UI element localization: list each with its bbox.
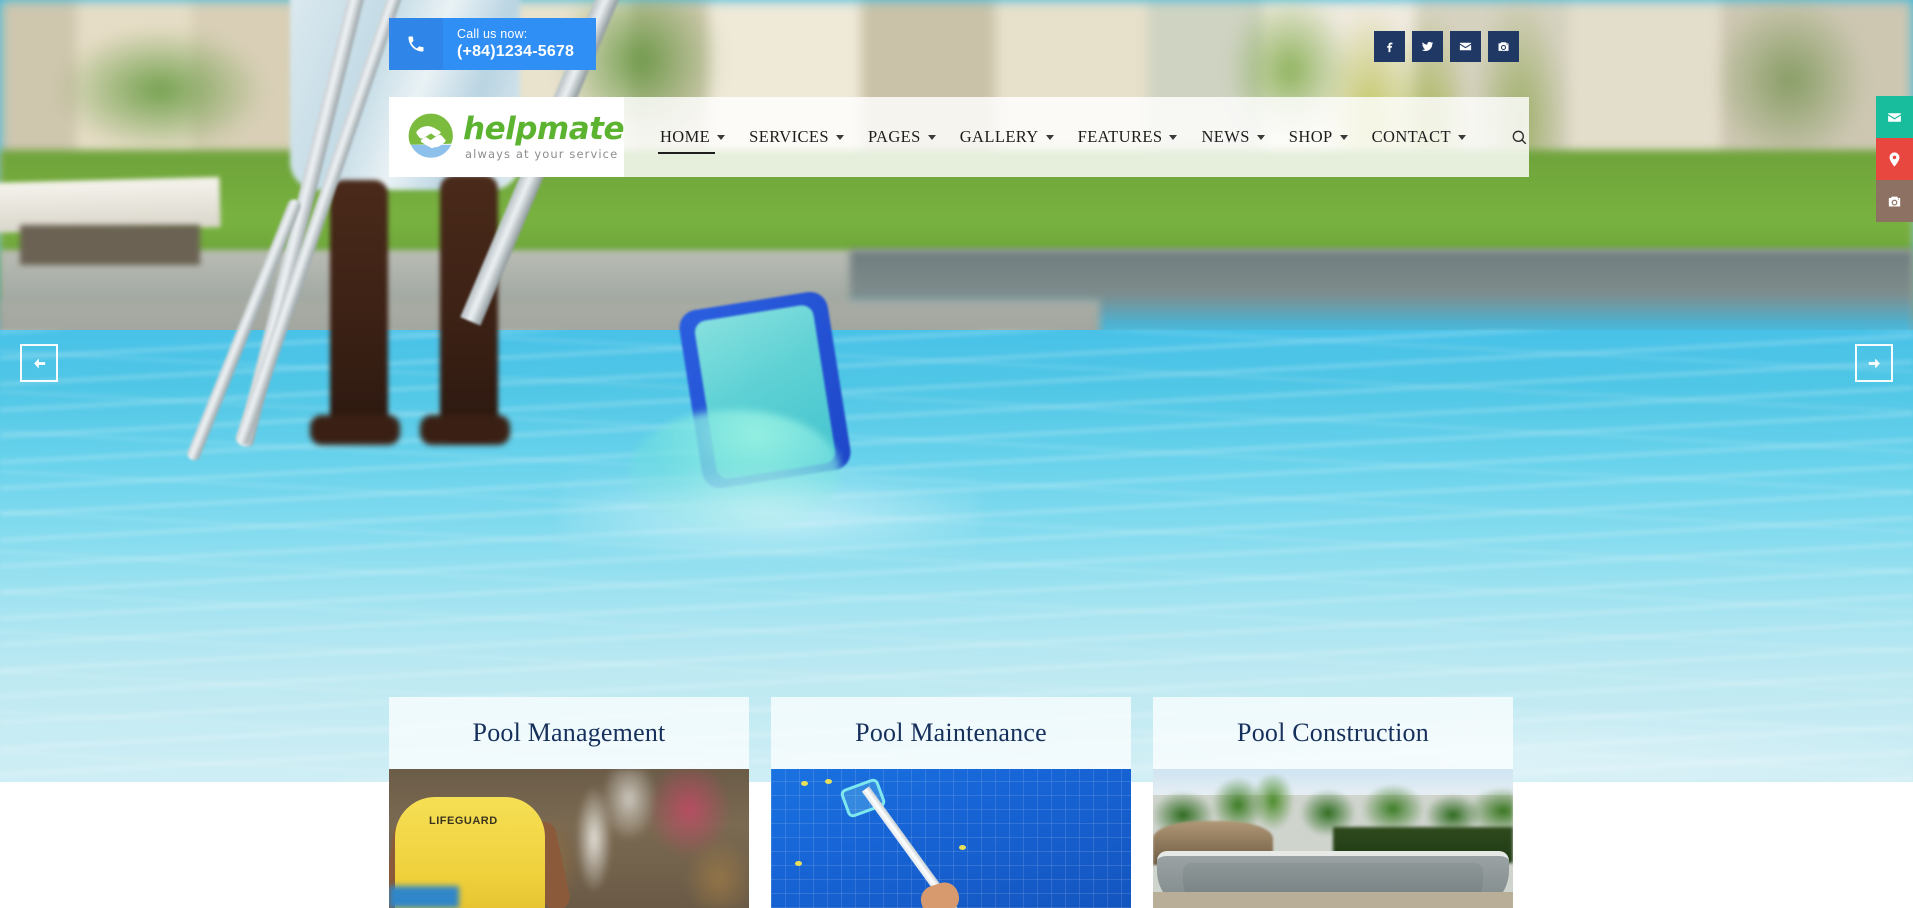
slider-prev-button[interactable]	[20, 344, 58, 382]
nav-item-label: SERVICES	[749, 127, 829, 146]
page-root: Call us now: (+84)1234-5678 helpmate alw…	[0, 0, 1913, 908]
nav-item-label: HOME	[659, 127, 711, 146]
nav-item-label: FEATURES	[1077, 127, 1163, 146]
brand-name: helpmate	[463, 110, 624, 147]
chevron-down-icon	[1458, 134, 1466, 140]
pool-leaf	[959, 845, 966, 850]
call-us-phone[interactable]: (+84)1234-5678	[457, 42, 574, 61]
chevron-down-icon	[1169, 134, 1178, 140]
site-logo[interactable]: helpmate always at your service	[389, 97, 624, 177]
chevron-down-icon	[835, 134, 844, 140]
nav-item-services[interactable]: SERVICES	[737, 114, 856, 160]
social-link-instagram[interactable]	[1488, 31, 1519, 62]
main-navbar: helpmate always at your service HOME SER…	[389, 97, 1529, 177]
service-card-pool-management[interactable]: Pool Management LIFEGUARD	[389, 697, 749, 908]
hero-person-leg-left	[330, 180, 388, 435]
nav-item-pages[interactable]: PAGES	[856, 114, 948, 160]
camera-icon	[1888, 196, 1901, 206]
call-us-text: Call us now: (+84)1234-5678	[443, 18, 597, 70]
blue-pool-illustration	[771, 769, 1131, 908]
construction-ground	[1153, 892, 1513, 908]
map-pin-icon	[1889, 151, 1900, 167]
nav-item-features[interactable]: FEATURES	[1066, 114, 1190, 160]
nav-item-news[interactable]: NEWS	[1189, 114, 1276, 160]
nav-item-label: CONTACT	[1371, 127, 1451, 146]
nav-item-label: NEWS	[1201, 127, 1250, 146]
envelope-icon	[1459, 42, 1472, 51]
social-link-twitter[interactable]	[1412, 31, 1443, 62]
brand-tagline: always at your service	[465, 146, 619, 161]
construction-illustration	[1153, 769, 1513, 908]
logo-wordmark: helpmate always at your service	[463, 110, 624, 161]
search-icon[interactable]	[1504, 122, 1534, 152]
nav-active-underline	[657, 152, 716, 154]
service-card-image-skimmer	[771, 769, 1131, 908]
service-card-image-construction	[1153, 769, 1513, 908]
social-link-facebook[interactable]	[1374, 31, 1405, 62]
nav-item-label: GALLERY	[959, 127, 1039, 146]
service-card-pool-construction[interactable]: Pool Construction	[1153, 697, 1513, 908]
side-tool-location[interactable]	[1876, 138, 1913, 180]
pool-leaf	[825, 779, 832, 784]
service-card-title: Pool Management	[472, 718, 666, 747]
side-tool-gallery[interactable]	[1876, 180, 1913, 222]
twitter-icon	[1421, 41, 1434, 51]
handshake-circle-icon	[408, 113, 453, 158]
chevron-down-icon	[1339, 134, 1348, 140]
slider-next-button[interactable]	[1855, 344, 1893, 382]
social-link-email[interactable]	[1450, 31, 1481, 62]
service-cards: Pool Management LIFEGUARD Pool Maintenan…	[389, 697, 1513, 908]
side-quick-tools	[1876, 96, 1913, 222]
facebook-icon	[1387, 42, 1393, 53]
call-us-label: Call us now:	[457, 26, 528, 41]
nav-item-gallery[interactable]: GALLERY	[948, 114, 1066, 160]
lifeguard-shirt-text: LIFEGUARD	[429, 815, 498, 827]
service-card-header: Pool Management	[389, 697, 749, 769]
hero-person-foot-right	[420, 415, 510, 445]
camera-icon	[1498, 42, 1509, 51]
hero-lounger-base	[20, 225, 200, 265]
lifeguard-pool-water	[389, 886, 459, 908]
service-card-title: Pool Construction	[1237, 718, 1429, 747]
call-us-bar[interactable]: Call us now: (+84)1234-5678	[389, 18, 597, 70]
nav-item-label: SHOP	[1288, 127, 1333, 146]
lifeguard-illustration: LIFEGUARD	[389, 769, 749, 908]
side-tool-mail[interactable]	[1876, 96, 1913, 138]
nav-menu: HOME SERVICES PAGES GALLERY FEATURES NEW…	[648, 114, 1534, 160]
nav-item-contact[interactable]: CONTACT	[1360, 114, 1478, 160]
phone-icon	[389, 18, 443, 70]
nav-item-home[interactable]: HOME	[648, 114, 737, 160]
hero-water-splash	[560, 470, 980, 560]
envelope-icon	[1888, 112, 1901, 122]
chevron-down-icon	[1256, 134, 1265, 140]
social-links	[1374, 31, 1519, 62]
chevron-down-icon	[1045, 134, 1054, 140]
arrow-left-icon	[33, 358, 45, 368]
service-card-header: Pool Maintenance	[771, 697, 1131, 769]
pool-leaf	[795, 861, 802, 866]
nav-item-shop[interactable]: SHOP	[1277, 114, 1360, 160]
service-card-image-lifeguard: LIFEGUARD	[389, 769, 749, 908]
pool-leaf	[801, 781, 808, 786]
service-card-header: Pool Construction	[1153, 697, 1513, 769]
service-card-pool-maintenance[interactable]: Pool Maintenance	[771, 697, 1131, 908]
chevron-down-icon	[717, 134, 726, 140]
hero-person-foot-left	[310, 415, 400, 445]
arrow-right-icon	[1868, 358, 1880, 368]
chevron-down-icon	[927, 134, 936, 140]
service-card-title: Pool Maintenance	[855, 718, 1047, 747]
nav-item-label: PAGES	[867, 127, 921, 146]
